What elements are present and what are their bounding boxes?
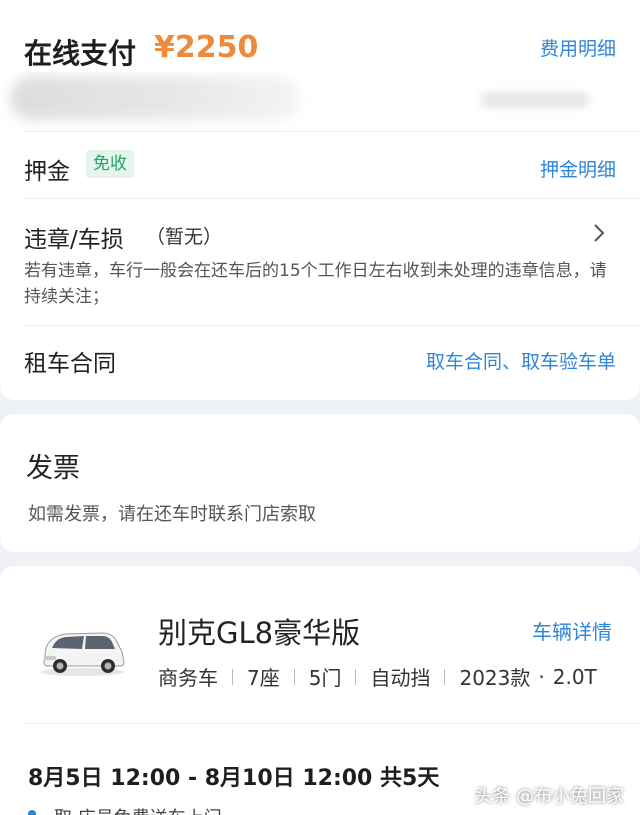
deposit-label: 押金 xyxy=(24,159,70,185)
violation-status: （暂无） xyxy=(146,226,223,248)
spec-engine: 2.0T xyxy=(552,664,597,689)
blur-mask xyxy=(10,76,300,120)
pickup-dot-icon xyxy=(28,810,36,815)
fee-detail-link[interactable]: 费用明细 xyxy=(540,34,616,61)
blurred-row xyxy=(0,72,640,130)
car-detail-link[interactable]: 车辆详情 xyxy=(532,616,612,645)
car-specs: 商务车 7座 5门 自动挡 2023款 · 2.0T xyxy=(158,662,597,691)
divider xyxy=(24,723,640,724)
rental-date-range: 8月5日 12:00 - 8月10日 12:00 共5天 xyxy=(28,766,440,791)
invoice-title: 发票 xyxy=(26,453,80,484)
contract-links[interactable]: 取车合同、取车验车单 xyxy=(426,347,616,374)
spec-dot: · xyxy=(538,664,545,689)
spec-separator xyxy=(293,668,295,685)
payment-label: 在线支付 xyxy=(24,37,137,70)
order-info-card: 在线支付 ¥2250 费用明细 押金 免收 押金明细 违章/车损 （暂无） 若有… xyxy=(0,0,640,400)
chevron-right-icon[interactable] xyxy=(586,220,612,246)
violation-description: 若有违章，车行一般会在还车后的15个工作日左右收到未处理的违章信息，请持续关注； xyxy=(24,261,607,307)
divider xyxy=(24,131,640,132)
car-name: 别克GL8豪华版 xyxy=(158,616,361,650)
divider xyxy=(24,198,640,199)
spec-separator xyxy=(232,668,233,685)
contract-label: 租车合同 xyxy=(24,351,116,377)
divider xyxy=(24,325,640,326)
deposit-free-badge: 免收 xyxy=(86,150,134,178)
spec-transmission: 自动挡 xyxy=(370,666,431,690)
payment-amount: ¥2250 xyxy=(154,30,259,65)
blur-mask-right xyxy=(480,92,590,108)
car-image[interactable] xyxy=(36,622,128,678)
spec-doors: 5门 xyxy=(308,666,342,690)
spec-type: 商务车 xyxy=(158,666,218,690)
spec-separator xyxy=(444,668,446,685)
invoice-description: 如需发票，请在还车时联系门店索取 xyxy=(28,504,316,525)
spec-separator xyxy=(355,668,357,685)
deposit-detail-link[interactable]: 押金明细 xyxy=(540,155,616,182)
invoice-card xyxy=(0,414,640,552)
violation-title[interactable]: 违章/车损 xyxy=(24,220,124,254)
spec-seats: 7座 xyxy=(247,666,280,690)
watermark: 头条 @布小兔回家 xyxy=(474,786,624,807)
spec-year: 2023款 xyxy=(459,666,531,690)
pickup-row: 取 店员免费送车上门 xyxy=(54,804,222,815)
